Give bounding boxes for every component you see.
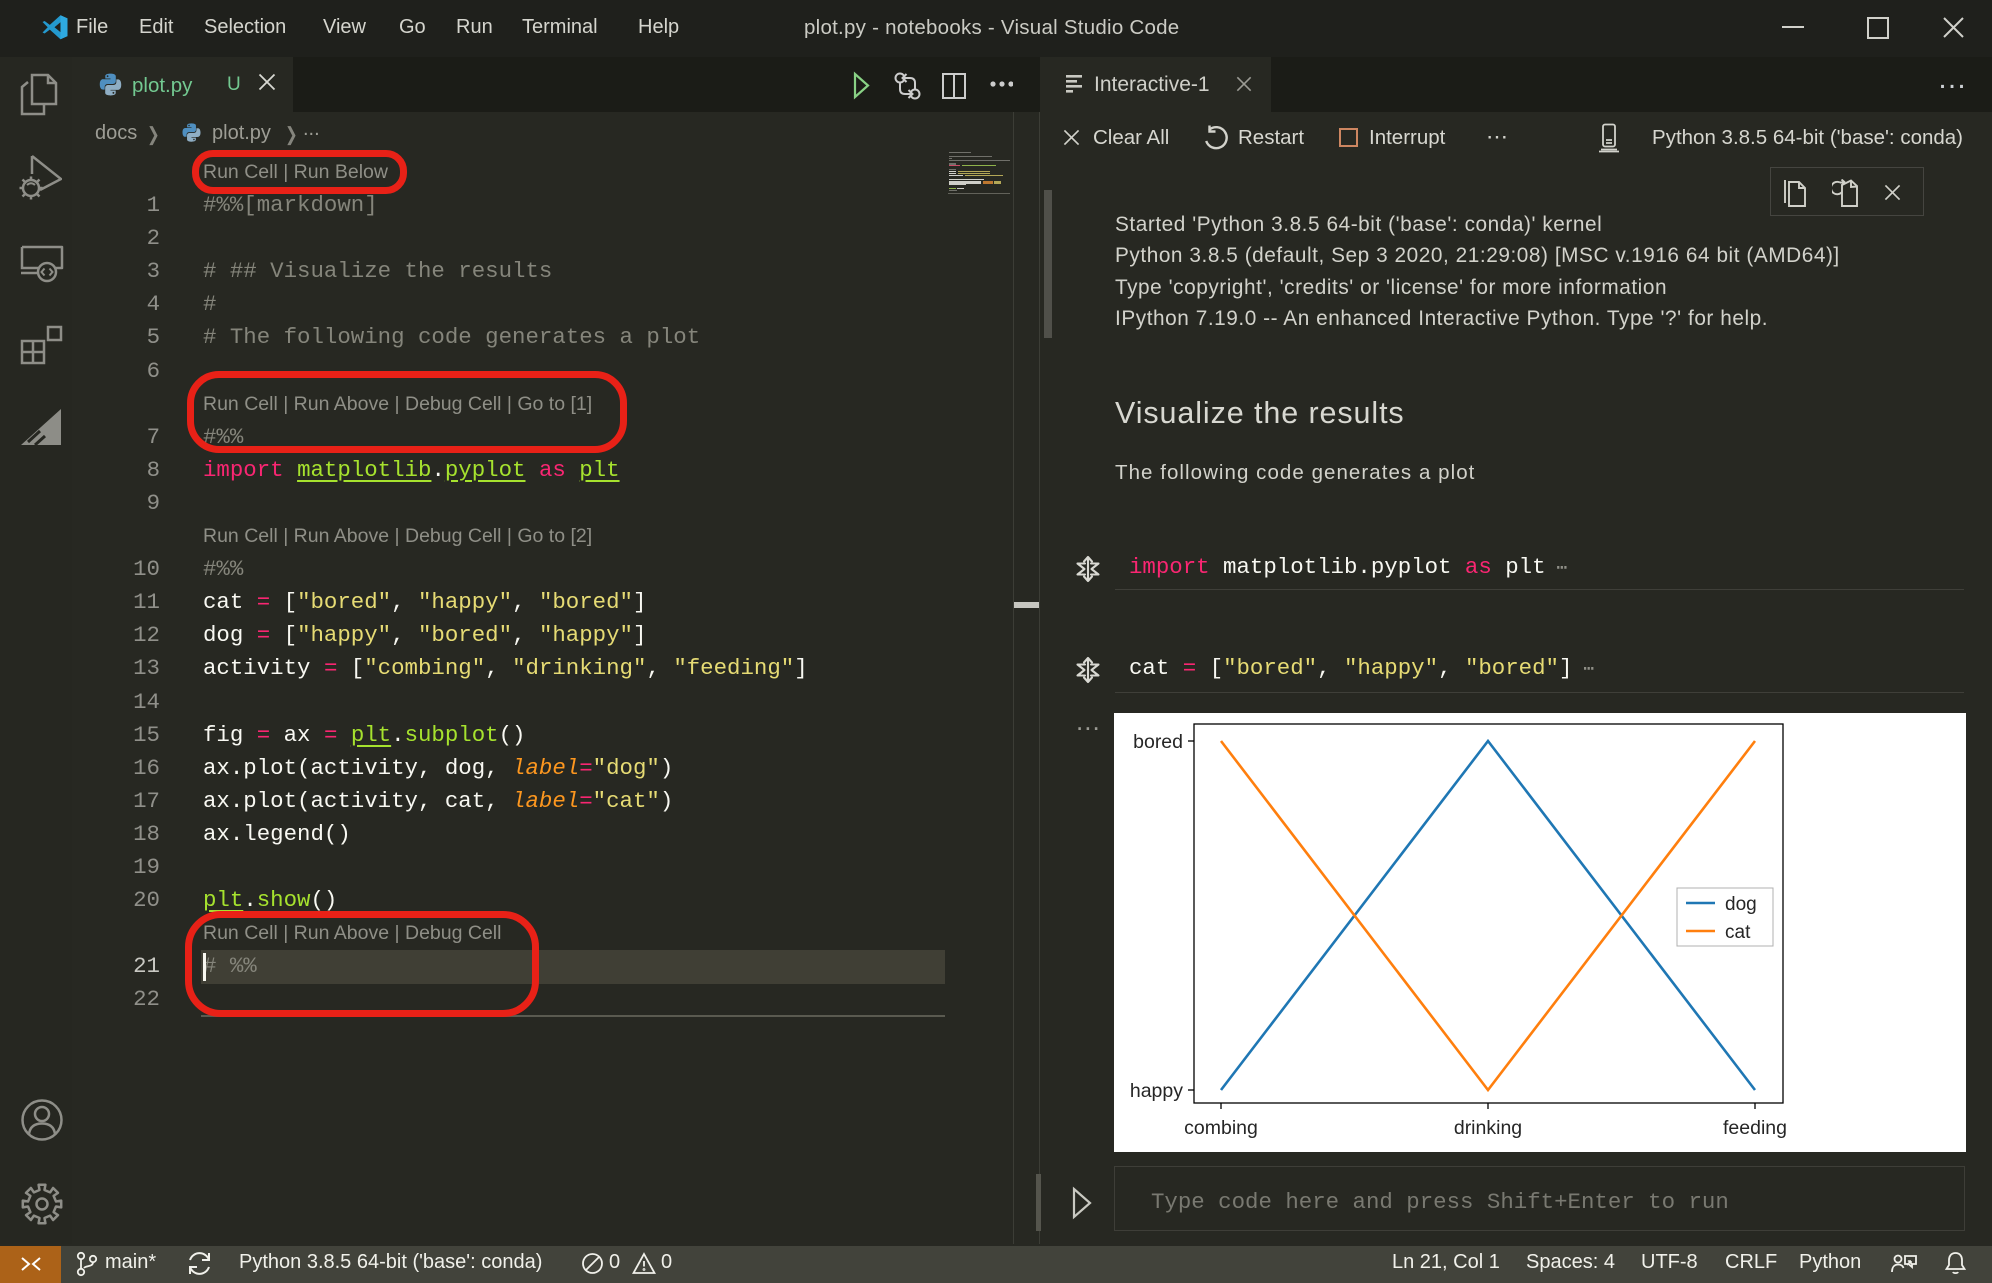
svg-text:bored: bored (1133, 731, 1183, 753)
svg-text:drinking: drinking (1454, 1117, 1522, 1139)
svg-text:feeding: feeding (1723, 1117, 1787, 1139)
svg-text:dog: dog (1725, 894, 1757, 915)
svg-text:cat: cat (1725, 922, 1751, 943)
svg-text:combing: combing (1184, 1117, 1258, 1139)
svg-text:happy: happy (1130, 1080, 1183, 1102)
